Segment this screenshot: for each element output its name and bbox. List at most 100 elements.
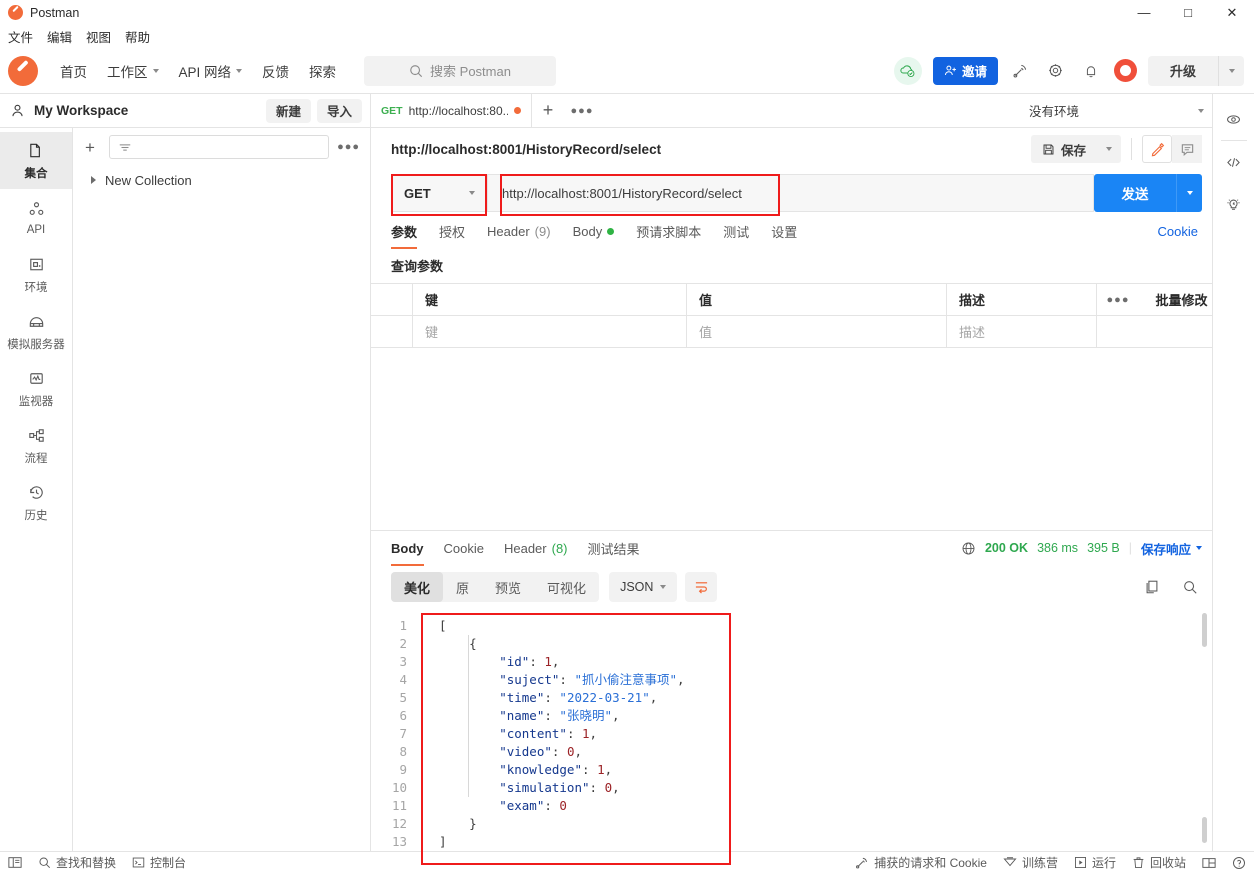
response-time: 386 ms bbox=[1037, 541, 1079, 555]
workspace-name[interactable]: My Workspace bbox=[34, 103, 128, 118]
response-scrollbar[interactable] bbox=[1202, 613, 1207, 843]
response-tab-cookie[interactable]: Cookie bbox=[444, 533, 484, 563]
add-collection-button[interactable]: + bbox=[79, 136, 101, 158]
import-button[interactable]: 导入 bbox=[316, 98, 362, 123]
wrap-lines-button[interactable] bbox=[685, 572, 718, 602]
search-icon bbox=[410, 64, 423, 77]
runner-button[interactable]: 运行 bbox=[1074, 854, 1116, 871]
menu-view[interactable]: 视图 bbox=[86, 27, 111, 46]
console-button[interactable]: 控制台 bbox=[132, 854, 186, 871]
response-body-viewer[interactable]: 1234567 8 9 10 11 12 13 [ { "id": 1, "suject"… bbox=[371, 609, 1212, 865]
bell-icon[interactable] bbox=[1079, 59, 1103, 83]
comment-button[interactable] bbox=[1172, 135, 1202, 163]
view-mode-visualize[interactable]: 可视化 bbox=[534, 572, 599, 602]
nav-api-network[interactable]: API 网络 bbox=[179, 61, 243, 81]
close-icon[interactable]: ✕ bbox=[1210, 0, 1254, 25]
view-mode-raw[interactable]: 原 bbox=[443, 572, 482, 602]
flow-icon bbox=[28, 428, 44, 442]
send-button[interactable]: 发送 bbox=[1094, 174, 1176, 212]
url-input[interactable]: http://localhost:8001/HistoryRecord/sele… bbox=[487, 174, 1094, 212]
new-button[interactable]: 新建 bbox=[265, 98, 311, 123]
nav-feedback[interactable]: 反馈 bbox=[262, 61, 289, 81]
send-options-chevron-down-icon[interactable] bbox=[1176, 174, 1202, 212]
bulk-edit-button[interactable]: 批量修改 bbox=[1139, 284, 1212, 315]
nav-home[interactable]: 首页 bbox=[60, 61, 87, 81]
cookies-link[interactable]: Cookie bbox=[1158, 224, 1198, 239]
view-mode-preview[interactable]: 预览 bbox=[482, 572, 534, 602]
checkbox-cell[interactable] bbox=[371, 316, 413, 347]
code-icon[interactable] bbox=[1219, 147, 1249, 177]
collections-more-menu-icon[interactable]: ●●● bbox=[337, 141, 360, 153]
response-tab-headers[interactable]: Header (8) bbox=[504, 533, 568, 563]
minimize-icon[interactable]: — bbox=[1122, 0, 1166, 25]
trash-button[interactable]: 回收站 bbox=[1132, 854, 1186, 871]
collection-tree-item[interactable]: New Collection bbox=[73, 166, 370, 194]
cloud-sync-icon[interactable] bbox=[893, 56, 922, 85]
bootcamp-button[interactable]: 训练营 bbox=[1003, 854, 1058, 871]
environment-selector[interactable]: 没有环境 bbox=[1029, 101, 1204, 120]
maximize-icon[interactable]: □ bbox=[1166, 0, 1210, 25]
invite-button[interactable]: 邀请 bbox=[932, 56, 998, 85]
tab-headers[interactable]: Header (9) bbox=[487, 216, 551, 246]
tab-tests[interactable]: 测试 bbox=[723, 216, 749, 246]
save-button[interactable]: 保存 bbox=[1030, 135, 1097, 163]
value-input[interactable]: 值 bbox=[687, 316, 947, 347]
url-bar: GET http://localhost:8001/HistoryRecord/… bbox=[371, 170, 1212, 216]
tab-body[interactable]: Body bbox=[573, 216, 615, 246]
nav-explore[interactable]: 探索 bbox=[309, 61, 336, 81]
copy-button[interactable] bbox=[1144, 579, 1160, 595]
sidebar-item-monitors[interactable]: 监视器 bbox=[0, 360, 72, 417]
mock-server-icon bbox=[29, 316, 43, 327]
postman-app-logo-icon[interactable] bbox=[8, 55, 38, 86]
tabs-more-menu-icon[interactable]: ●●● bbox=[564, 94, 600, 127]
tab-pre-request-script[interactable]: 预请求脚本 bbox=[636, 216, 701, 246]
new-tab-button[interactable]: + bbox=[532, 94, 564, 127]
save-response-button[interactable]: 保存响应 bbox=[1141, 539, 1202, 558]
menu-file[interactable]: 文件 bbox=[8, 27, 33, 46]
request-tab[interactable]: GET http://localhost:80... bbox=[371, 94, 532, 127]
tab-authorization[interactable]: 授权 bbox=[439, 216, 465, 246]
collection-filter-input[interactable] bbox=[109, 135, 330, 159]
key-input[interactable]: 键 bbox=[413, 316, 687, 347]
menu-edit[interactable]: 编辑 bbox=[47, 27, 72, 46]
sidebar-item-api[interactable]: API bbox=[0, 189, 72, 246]
tab-settings[interactable]: 设置 bbox=[771, 216, 797, 246]
avatar[interactable] bbox=[1113, 59, 1137, 82]
save-options-chevron-down-icon[interactable] bbox=[1097, 135, 1121, 163]
table-row[interactable]: 键 值 描述 bbox=[371, 316, 1212, 348]
eye-icon[interactable] bbox=[1219, 104, 1249, 134]
nav-workspaces[interactable]: 工作区 bbox=[107, 61, 159, 81]
col-key: 键 bbox=[413, 284, 687, 315]
upgrade-button[interactable]: 升级 bbox=[1147, 55, 1218, 86]
edit-pencil-button[interactable] bbox=[1142, 135, 1172, 163]
find-and-replace-button[interactable]: 查找和替换 bbox=[38, 854, 116, 871]
response-format-selector[interactable]: JSON bbox=[609, 572, 678, 602]
response-tab-body[interactable]: Body bbox=[391, 533, 424, 566]
sidebar-toggle-button[interactable] bbox=[8, 856, 22, 869]
method-selector[interactable]: GET bbox=[391, 174, 487, 212]
upgrade-menu-chevron-down-icon[interactable] bbox=[1218, 55, 1244, 86]
capture-requests-button[interactable]: 捕获的请求和 Cookie bbox=[855, 854, 987, 871]
sidebar-item-flows[interactable]: 流程 bbox=[0, 417, 72, 474]
menu-help[interactable]: 帮助 bbox=[125, 27, 150, 46]
description-input[interactable]: 描述 bbox=[947, 316, 1097, 347]
search-input[interactable]: 搜索 Postman bbox=[364, 55, 557, 86]
response-tab-test-results[interactable]: 测试结果 bbox=[588, 533, 640, 563]
search-placeholder: 搜索 Postman bbox=[430, 64, 511, 79]
tab-params[interactable]: 参数 bbox=[391, 216, 418, 249]
json-code[interactable]: [ { "id": 1, "suject": "抓小偷注意事项", "time"… bbox=[415, 609, 1212, 851]
chevron-down-icon bbox=[152, 68, 159, 73]
satellite-icon[interactable] bbox=[1009, 59, 1033, 83]
sidebar-item-collections[interactable]: 集合 bbox=[0, 132, 72, 189]
gear-icon[interactable] bbox=[1044, 59, 1068, 83]
help-button[interactable] bbox=[1232, 856, 1246, 870]
lightbulb-icon[interactable] bbox=[1219, 189, 1249, 219]
view-mode-pretty[interactable]: 美化 bbox=[391, 572, 444, 602]
sidebar-item-environments[interactable]: 环境 bbox=[0, 246, 72, 303]
sidebar-item-history[interactable]: 历史 bbox=[0, 474, 72, 531]
table-more-menu-icon[interactable]: ●●● bbox=[1097, 284, 1139, 315]
sidebar-item-mock-servers[interactable]: 模拟服务器 bbox=[0, 303, 72, 360]
search-response-button[interactable] bbox=[1182, 579, 1198, 595]
environment-icon bbox=[29, 258, 43, 270]
layout-button[interactable] bbox=[1202, 857, 1216, 869]
